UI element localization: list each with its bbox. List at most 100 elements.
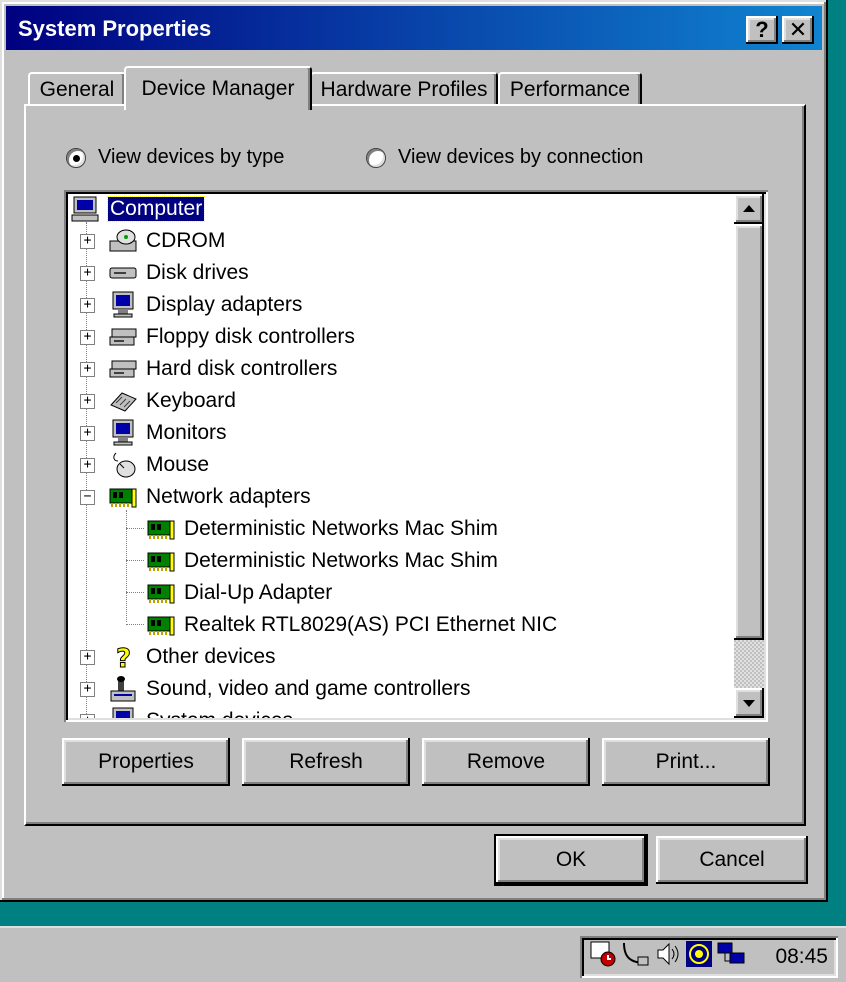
refresh-button[interactable]: Refresh bbox=[242, 738, 410, 786]
scroll-thumb[interactable] bbox=[734, 224, 764, 640]
tree-item-sound-video-game[interactable]: + Sound, video and game controllers bbox=[80, 674, 471, 704]
expand-icon[interactable]: + bbox=[80, 394, 95, 409]
tree-scrollbar[interactable] bbox=[734, 194, 764, 718]
expand-icon[interactable]: + bbox=[80, 330, 95, 345]
tab-device-manager[interactable]: Device Manager bbox=[124, 66, 312, 110]
tree-item-mouse[interactable]: + Mouse bbox=[80, 450, 209, 480]
tree-item-label: Dial-Up Adapter bbox=[184, 581, 333, 604]
scheduler-icon[interactable] bbox=[588, 939, 618, 975]
tree-line bbox=[126, 592, 144, 593]
expand-icon[interactable]: + bbox=[80, 426, 95, 441]
expand-icon[interactable]: + bbox=[80, 650, 95, 665]
view-by-connection-radio[interactable] bbox=[366, 147, 386, 168]
view-by-connection-option[interactable]: View devices by connection bbox=[366, 146, 643, 169]
expand-icon[interactable]: + bbox=[80, 362, 95, 377]
expand-icon[interactable]: + bbox=[80, 298, 95, 313]
network-card-icon bbox=[144, 611, 178, 639]
keyboard-icon bbox=[106, 387, 140, 415]
tree-line bbox=[126, 528, 144, 529]
monitor-icon bbox=[106, 419, 140, 447]
tree-line bbox=[126, 510, 127, 622]
tree-item-floppy-controllers[interactable]: + Floppy disk controllers bbox=[80, 322, 355, 352]
ok-button[interactable]: OK bbox=[494, 834, 648, 886]
tree-line bbox=[126, 624, 144, 625]
tree-item-display-adapters[interactable]: + Display adapters bbox=[80, 290, 302, 320]
tab-general[interactable]: General bbox=[28, 72, 126, 106]
tree-item-label: Mouse bbox=[146, 453, 210, 476]
scroll-down-button[interactable] bbox=[734, 688, 764, 718]
tree-item-cdrom[interactable]: + CDROM bbox=[80, 226, 225, 256]
expand-icon[interactable]: + bbox=[80, 234, 95, 249]
tree-item-disk-drives[interactable]: + Disk drives bbox=[80, 258, 249, 288]
tree-item-label: Floppy disk controllers bbox=[146, 325, 355, 348]
computer-icon bbox=[68, 195, 102, 223]
title-bar[interactable]: System Properties ? ✕ bbox=[6, 6, 822, 50]
tree-item-network-adapters[interactable]: − Network adapters bbox=[80, 482, 311, 512]
network-connection-icon[interactable] bbox=[620, 939, 650, 975]
cdrom-icon bbox=[106, 227, 140, 255]
tree-item-label: Display adapters bbox=[146, 293, 303, 316]
network-adapter-icon bbox=[106, 483, 140, 511]
tree-item-label: Network adapters bbox=[146, 485, 311, 508]
expand-icon[interactable]: + bbox=[80, 682, 95, 697]
network-card-icon bbox=[144, 579, 178, 607]
tab-performance[interactable]: Performance bbox=[498, 72, 642, 106]
disk-drive-icon bbox=[106, 259, 140, 287]
tree-item-other-devices[interactable]: + ? Other devices bbox=[80, 642, 276, 672]
tree-item-label: Hard disk controllers bbox=[146, 357, 338, 380]
view-by-connection-label: View devices by connection bbox=[398, 146, 644, 168]
tree-item-label: System devices bbox=[146, 709, 293, 718]
tree-item-keyboard[interactable]: + Keyboard bbox=[80, 386, 236, 416]
device-tree-box: Computer + CDROM + Disk drives + Display… bbox=[64, 190, 768, 722]
svg-text:?: ? bbox=[116, 644, 131, 671]
expand-icon[interactable]: + bbox=[80, 714, 95, 718]
tree-line bbox=[126, 560, 144, 561]
sound-controller-icon bbox=[106, 675, 140, 703]
view-by-type-label: View devices by type bbox=[98, 146, 285, 168]
tree-item-label: Deterministic Networks Mac Shim bbox=[184, 549, 498, 572]
tree-item-label: Sound, video and game controllers bbox=[146, 677, 471, 700]
print-button[interactable]: Print... bbox=[602, 738, 770, 786]
device-tree[interactable]: Computer + CDROM + Disk drives + Display… bbox=[68, 194, 732, 718]
expand-icon[interactable]: + bbox=[80, 458, 95, 473]
remove-button[interactable]: Remove bbox=[422, 738, 590, 786]
tree-item-label: Monitors bbox=[146, 421, 227, 444]
collapse-icon[interactable]: − bbox=[80, 490, 95, 505]
help-button[interactable]: ? bbox=[746, 16, 778, 44]
clock[interactable]: 08:45 bbox=[775, 945, 828, 969]
tree-item-computer[interactable]: Computer bbox=[68, 194, 206, 224]
tree-item-network-child[interactable]: Deterministic Networks Mac Shim bbox=[144, 514, 498, 544]
view-by-type-option[interactable]: View devices by type bbox=[66, 146, 284, 169]
close-button[interactable]: ✕ bbox=[782, 16, 814, 44]
system-tray: 08:45 bbox=[580, 936, 838, 978]
tree-item-hard-disk-controllers[interactable]: + Hard disk controllers bbox=[80, 354, 337, 384]
system-properties-window: System Properties ? ✕ General Device Man… bbox=[0, 0, 828, 902]
question-icon: ? bbox=[106, 643, 140, 672]
tree-item-label: Other devices bbox=[146, 645, 276, 668]
properties-button[interactable]: Properties bbox=[62, 738, 230, 786]
tree-item-network-child[interactable]: Dial-Up Adapter bbox=[144, 578, 332, 608]
network-tray-icon[interactable] bbox=[716, 939, 746, 975]
floppy-controller-icon bbox=[106, 323, 140, 351]
tree-item-network-child[interactable]: Deterministic Networks Mac Shim bbox=[144, 546, 498, 576]
cancel-button[interactable]: Cancel bbox=[656, 836, 808, 884]
tree-item-network-child[interactable]: Realtek RTL8029(AS) PCI Ethernet NIC bbox=[144, 610, 557, 640]
tree-item-label: Deterministic Networks Mac Shim bbox=[184, 517, 498, 540]
expand-icon[interactable]: + bbox=[80, 266, 95, 281]
wireless-icon[interactable] bbox=[684, 939, 714, 975]
mouse-icon bbox=[106, 451, 140, 479]
view-by-type-radio[interactable] bbox=[66, 147, 86, 168]
arrow-up-icon bbox=[743, 205, 755, 212]
tree-item-label: Keyboard bbox=[146, 389, 236, 412]
scroll-up-button[interactable] bbox=[734, 194, 764, 224]
tree-item-monitors[interactable]: + Monitors bbox=[80, 418, 227, 448]
tab-hardware-profiles[interactable]: Hardware Profiles bbox=[310, 72, 498, 106]
arrow-down-icon bbox=[743, 700, 755, 707]
tree-item-label: Computer bbox=[106, 196, 206, 222]
volume-icon[interactable] bbox=[652, 939, 682, 975]
display-adapter-icon bbox=[106, 291, 140, 319]
tree-item-system-devices[interactable]: + System devices bbox=[80, 706, 293, 718]
tree-item-label: Disk drives bbox=[146, 261, 249, 284]
hard-disk-controller-icon bbox=[106, 355, 140, 383]
device-manager-panel: View devices by type View devices by con… bbox=[24, 104, 806, 826]
